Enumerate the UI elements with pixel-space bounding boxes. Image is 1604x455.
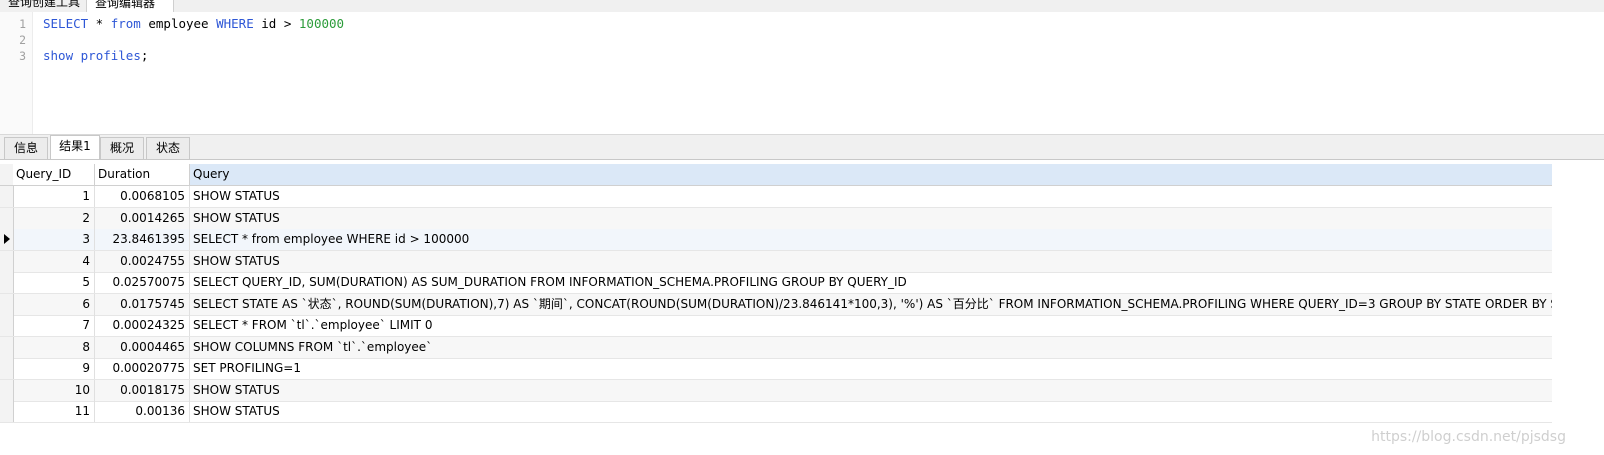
sql-keyword: show [43, 48, 74, 63]
table-row[interactable]: 3 23.8461395 SELECT * from employee WHERE … [0, 229, 1552, 251]
row-header[interactable] [0, 315, 14, 336]
table-row[interactable]: 5 0.02570075 SELECT QUERY_ID, SUM(DURATION… [0, 272, 1552, 294]
table-row[interactable]: 9 0.00020775 SET PROFILING=1 [0, 358, 1552, 380]
tab-status[interactable]: 状态 [146, 137, 190, 159]
cell-query[interactable]: SELECT QUERY_ID, SUM(DURATION) AS SUM_DU… [190, 272, 1552, 293]
column-header-duration[interactable]: Duration [95, 164, 190, 185]
row-header[interactable] [0, 379, 14, 401]
grid-header: Query_ID Duration Query [0, 164, 1552, 186]
line-number: 3 [19, 49, 26, 63]
column-header-query[interactable]: Query [190, 164, 1552, 185]
sql-text: id > [253, 16, 299, 31]
cell-query-id[interactable]: 7 [13, 315, 95, 336]
cell-query-id[interactable]: 11 [13, 401, 95, 422]
table-row[interactable]: 6 0.0175745 SELECT STATE AS `状态`, ROUND(SU… [0, 293, 1552, 316]
cell-query[interactable]: SELECT STATE AS `状态`, ROUND(SUM(DURATION… [190, 294, 1552, 315]
cell-query[interactable]: SET PROFILING=1 [190, 358, 1552, 379]
table-row[interactable]: 8 0.0004465 SHOW COLUMNS FROM `tl`.`employ… [0, 336, 1552, 359]
table-row[interactable]: 10 0.0018175 SHOW STATUS [0, 379, 1552, 402]
table-row[interactable]: 2 0.0014265 SHOW STATUS [0, 207, 1552, 230]
sql-text: ; [140, 48, 149, 63]
row-header[interactable] [0, 272, 14, 293]
cell-duration[interactable]: 0.02570075 [95, 272, 190, 293]
cell-duration[interactable]: 0.0175745 [95, 293, 190, 315]
sql-keyword: WHERE [216, 16, 254, 31]
line-number-gutter: 1 2 3 [0, 12, 33, 134]
table-row[interactable]: 4 0.0024755 SHOW STATUS [0, 250, 1552, 273]
watermark: https://blog.csdn.net/pjsdsg [1371, 429, 1566, 445]
cell-query-id[interactable]: 10 [13, 379, 95, 401]
tab-info[interactable]: 信息 [4, 137, 48, 159]
cell-query[interactable]: SHOW STATUS [190, 186, 1552, 207]
cell-duration[interactable]: 23.8461395 [95, 229, 190, 250]
sql-number: 100000 [298, 16, 345, 31]
tab-overview[interactable]: 概况 [100, 137, 144, 159]
code-line[interactable]: show profiles; [43, 48, 148, 63]
row-header[interactable] [0, 401, 14, 422]
table-row[interactable]: 7 0.00024325 SELECT * FROM `tl`.`employee`… [0, 315, 1552, 337]
cell-duration[interactable]: 0.00136 [95, 401, 190, 422]
cell-query[interactable]: SELECT * from employee WHERE id > 100000 [190, 229, 1552, 250]
table-row[interactable]: 1 0.0068105 SHOW STATUS [0, 186, 1552, 208]
row-header[interactable] [0, 293, 14, 315]
line-number: 1 [19, 17, 26, 31]
line-number: 2 [19, 33, 26, 47]
sql-editor[interactable]: 1 2 3 SELECT * from employee WHERE id > 10… [0, 12, 1604, 135]
cell-query[interactable]: SHOW STATUS [190, 401, 1552, 422]
sql-text: employee [140, 16, 217, 31]
column-header-query-id[interactable]: Query_ID [13, 164, 95, 185]
tab-result1[interactable]: 结果1 [50, 135, 100, 159]
row-header[interactable] [0, 250, 14, 272]
cell-duration[interactable]: 0.00024325 [95, 315, 190, 336]
sql-text: * [88, 16, 111, 31]
cell-duration[interactable]: 0.0068105 [95, 186, 190, 207]
result-tab-bar: 信息 结果1 概况 状态 [0, 135, 1604, 160]
cell-query-id[interactable]: 3 [13, 229, 95, 250]
table-row[interactable]: 11 0.00136 SHOW STATUS [0, 401, 1552, 423]
cell-query[interactable]: SHOW STATUS [190, 208, 1552, 229]
cell-query[interactable]: SHOW COLUMNS FROM `tl`.`employee` [190, 337, 1552, 358]
row-header[interactable] [0, 229, 14, 250]
row-header[interactable] [0, 186, 14, 207]
row-header-corner [0, 164, 14, 185]
cell-query[interactable]: SHOW STATUS [190, 251, 1552, 272]
cell-duration[interactable]: 0.0014265 [95, 207, 190, 229]
sql-keyword: SELECT [43, 16, 89, 31]
row-header[interactable] [0, 336, 14, 358]
cell-query-id[interactable]: 9 [13, 358, 95, 379]
cell-duration[interactable]: 0.00020775 [95, 358, 190, 379]
sql-keyword: from [110, 16, 141, 31]
cell-query-id[interactable]: 1 [13, 186, 95, 207]
code-line[interactable]: SELECT * from employee WHERE id > 100000 [43, 16, 344, 31]
sql-keyword: profiles [80, 48, 141, 63]
cell-duration[interactable]: 0.0018175 [95, 379, 190, 401]
tab-query-builder[interactable]: 查询创建工具 [0, 0, 93, 11]
cell-query[interactable]: SHOW STATUS [190, 380, 1552, 401]
cell-query[interactable]: SELECT * FROM `tl`.`employee` LIMIT 0 [190, 315, 1552, 336]
cell-duration[interactable]: 0.0004465 [95, 336, 190, 358]
row-header[interactable] [0, 358, 14, 379]
cell-query-id[interactable]: 4 [13, 250, 95, 272]
tab-query-editor[interactable]: 查询编辑器 [86, 0, 174, 12]
cell-query-id[interactable]: 5 [13, 272, 95, 293]
cell-query-id[interactable]: 2 [13, 207, 95, 229]
row-header[interactable] [0, 207, 14, 229]
cell-query-id[interactable]: 6 [13, 293, 95, 315]
current-row-arrow-icon [4, 234, 10, 244]
cell-query-id[interactable]: 8 [13, 336, 95, 358]
cell-duration[interactable]: 0.0024755 [95, 250, 190, 272]
